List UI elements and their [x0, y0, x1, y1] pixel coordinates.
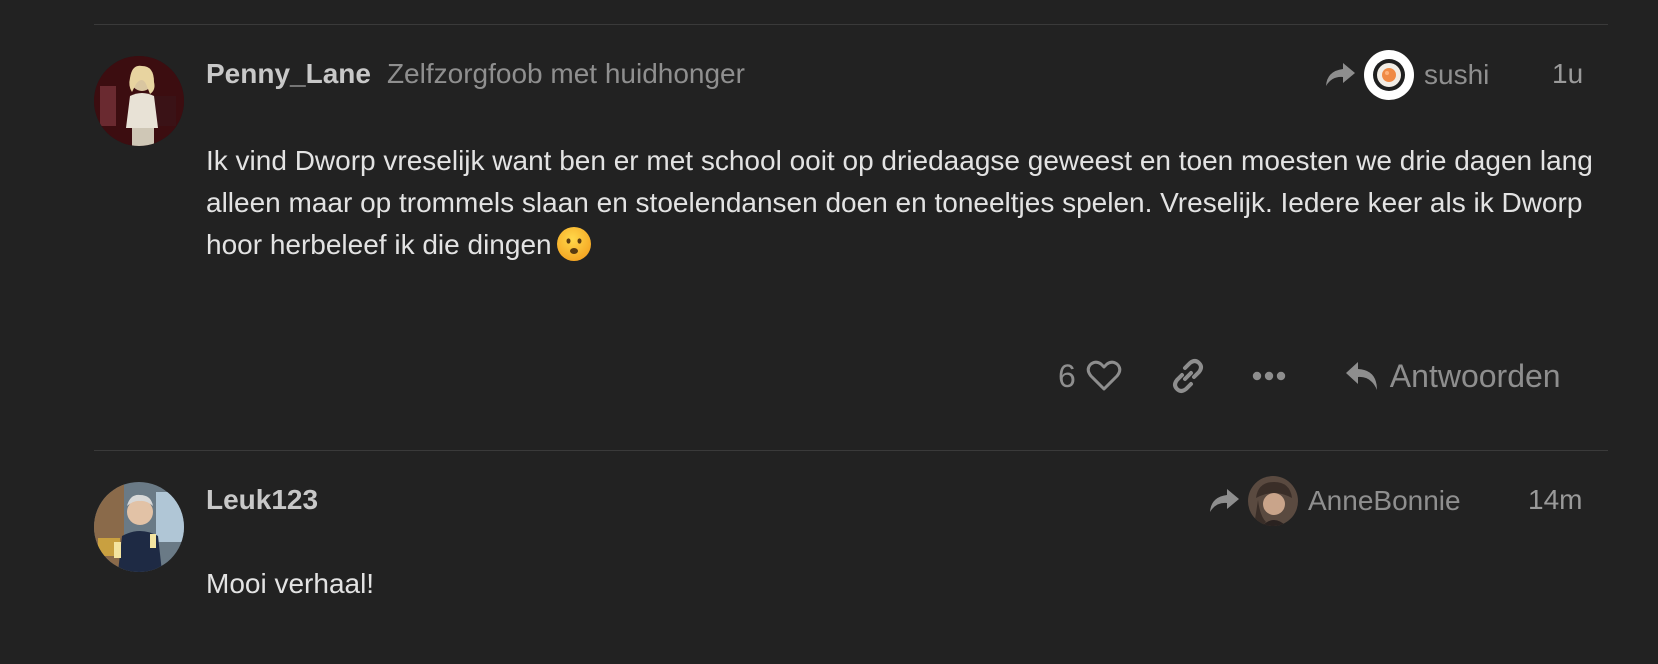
like-count: 6 — [1058, 357, 1076, 394]
user-title: Zelfzorgfoob met huidhonger — [386, 58, 745, 89]
post-divider — [94, 450, 1608, 451]
reply-to-avatar — [1248, 476, 1298, 526]
more-actions-button[interactable] — [1252, 370, 1286, 382]
heart-icon — [1086, 360, 1122, 391]
post-body: Mooi verhaal! — [206, 563, 1606, 605]
share-arrow-icon — [1326, 63, 1355, 86]
reply-to-tab[interactable]: sushi — [1324, 50, 1489, 100]
copy-link-button[interactable] — [1170, 358, 1206, 394]
avatar[interactable] — [94, 482, 184, 572]
post-header: Penny_Lane Zelfzorgfoob met huidhonger — [206, 54, 745, 94]
reply-to-username: AnneBonnie — [1308, 485, 1461, 516]
post-body: Ik vind Dworp vreselijk want ben er met … — [206, 140, 1606, 266]
post-divider — [94, 24, 1608, 25]
avatar[interactable] — [94, 56, 184, 146]
topic-stream: Penny_Lane Zelfzorgfoob met huidhonger s… — [0, 0, 1658, 664]
link-icon — [1172, 359, 1203, 393]
post-body-text: Ik vind Dworp vreselijk want ben er met … — [206, 145, 1593, 260]
post-controls: 6 Antwoorden — [1058, 352, 1561, 400]
frowning-face-emoji — [556, 227, 591, 261]
post-body-text: Mooi verhaal! — [206, 568, 375, 599]
reply-button[interactable]: Antwoorden — [1344, 358, 1561, 395]
reply-to-tab[interactable]: AnneBonnie — [1208, 476, 1461, 526]
username[interactable]: Penny_Lane — [206, 58, 371, 90]
reply-to-username: sushi — [1424, 59, 1490, 90]
like-button[interactable]: 6 — [1058, 358, 1122, 395]
share-arrow-icon — [1210, 489, 1239, 512]
post-date[interactable]: 14m — [1528, 484, 1582, 516]
more-dots-icon — [1252, 371, 1285, 381]
post-header: Leuk123 — [206, 480, 318, 520]
post-date[interactable]: 1u — [1552, 58, 1583, 90]
reply-icon — [1345, 362, 1377, 390]
reply-to-avatar — [1364, 50, 1414, 100]
reply-label: Antwoorden — [1389, 357, 1561, 394]
username[interactable]: Leuk123 — [206, 484, 318, 516]
